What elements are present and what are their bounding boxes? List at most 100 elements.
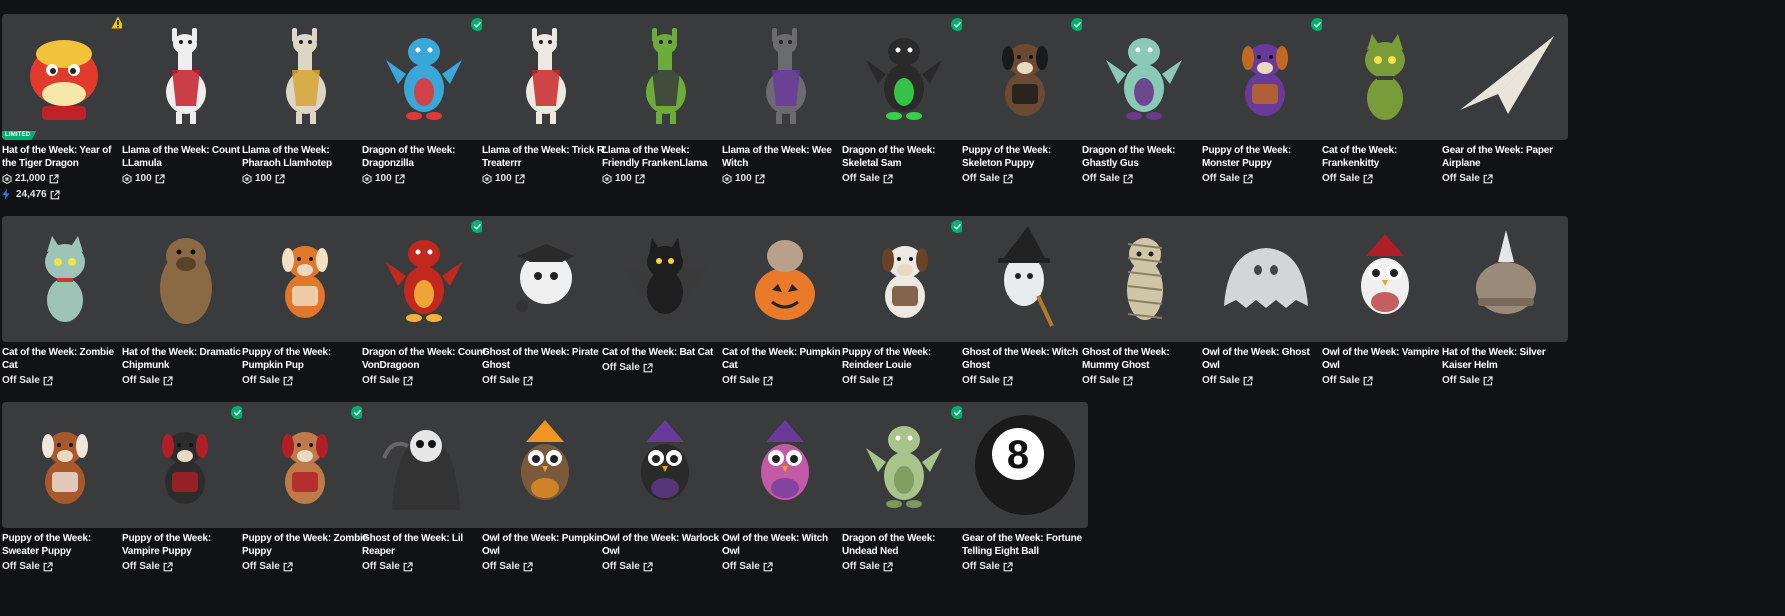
item-thumbnail[interactable] bbox=[122, 216, 248, 342]
item-thumbnail[interactable] bbox=[362, 14, 488, 140]
item-name[interactable]: Puppy of the Week: Zombie Puppy bbox=[242, 533, 368, 558]
catalog-item[interactable]: 8 Gear of the Week: Fortune Telling Eight… bbox=[962, 402, 1088, 573]
item-name[interactable]: Llama of the Week: Friendly FrankenLlama bbox=[602, 145, 728, 170]
catalog-item[interactable]: Cat of the Week: Zombie Cat Off Sale bbox=[2, 216, 128, 387]
item-thumbnail[interactable]: 8 bbox=[962, 402, 1088, 528]
item-thumbnail[interactable] bbox=[962, 216, 1088, 342]
external-link-icon[interactable] bbox=[43, 375, 53, 386]
item-name[interactable]: Ghost of the Week: Lil Reaper bbox=[362, 533, 488, 558]
catalog-item[interactable]: Llama of the Week: Friendly FrankenLlama… bbox=[602, 14, 728, 185]
external-link-icon[interactable] bbox=[403, 561, 413, 572]
catalog-item[interactable]: Hat of the Week: Dramatic Chipmunk Off Sa… bbox=[122, 216, 248, 387]
item-thumbnail[interactable] bbox=[962, 14, 1088, 140]
item-name[interactable]: Owl of the Week: Ghost Owl bbox=[1202, 347, 1328, 372]
external-link-icon[interactable] bbox=[283, 561, 293, 572]
external-link-icon[interactable] bbox=[755, 173, 765, 184]
catalog-item[interactable]: Owl of the Week: Pumpkin Owl Off Sale bbox=[482, 402, 608, 573]
item-name[interactable]: Gear of the Week: Paper Airplane bbox=[1442, 145, 1568, 170]
external-link-icon[interactable] bbox=[883, 375, 893, 386]
item-thumbnail[interactable] bbox=[2, 216, 128, 342]
catalog-item[interactable]: Puppy of the Week: Skeleton Puppy Off Sal… bbox=[962, 14, 1088, 185]
catalog-item[interactable]: Ghost of the Week: Lil Reaper Off Sale bbox=[362, 402, 488, 573]
item-thumbnail[interactable] bbox=[1082, 14, 1208, 140]
external-link-icon[interactable] bbox=[403, 375, 413, 386]
item-name[interactable]: Puppy of the Week: Sweater Puppy bbox=[2, 533, 128, 558]
item-thumbnail[interactable] bbox=[722, 402, 848, 528]
item-name[interactable]: Llama of the Week: Wee Witch bbox=[722, 145, 848, 170]
item-thumbnail[interactable] bbox=[242, 216, 368, 342]
external-link-icon[interactable] bbox=[523, 375, 533, 386]
item-thumbnail[interactable] bbox=[722, 216, 848, 342]
item-name[interactable]: Puppy of the Week: Monster Puppy bbox=[1202, 145, 1328, 170]
item-thumbnail[interactable] bbox=[602, 216, 728, 342]
item-name[interactable]: Puppy of the Week: Reindeer Louie bbox=[842, 347, 968, 372]
external-link-icon[interactable] bbox=[1363, 173, 1373, 184]
external-link-icon[interactable] bbox=[1243, 375, 1253, 386]
catalog-item[interactable]: Ghost of the Week: Mummy Ghost Off Sale bbox=[1082, 216, 1208, 387]
catalog-item[interactable]: Cat of the Week: Bat Cat Off Sale bbox=[602, 216, 728, 375]
catalog-item[interactable]: LIMITED Hat of the Week: Year of the Tige… bbox=[2, 14, 128, 201]
item-name[interactable]: Dragon of the Week: Undead Ned bbox=[842, 533, 968, 558]
item-thumbnail[interactable] bbox=[482, 402, 608, 528]
external-link-icon[interactable] bbox=[395, 173, 405, 184]
catalog-item[interactable]: Owl of the Week: Witch Owl Off Sale bbox=[722, 402, 848, 573]
item-thumbnail[interactable]: LIMITED bbox=[2, 14, 128, 140]
external-link-icon[interactable] bbox=[1003, 375, 1013, 386]
external-link-icon[interactable] bbox=[283, 375, 293, 386]
item-name[interactable]: Dragon of the Week: Skeletal Sam bbox=[842, 145, 968, 170]
catalog-item[interactable]: Dragon of the Week: Dragonzilla 100 bbox=[362, 14, 488, 185]
external-link-icon[interactable] bbox=[515, 173, 525, 184]
catalog-item[interactable]: Gear of the Week: Paper Airplane Off Sale bbox=[1442, 14, 1568, 185]
item-thumbnail[interactable] bbox=[842, 14, 968, 140]
item-name[interactable]: Llama of the Week: Pharaoh Llamhotep bbox=[242, 145, 368, 170]
external-link-icon[interactable] bbox=[643, 363, 653, 373]
item-name[interactable]: Cat of the Week: Zombie Cat bbox=[2, 347, 128, 372]
catalog-item[interactable]: Puppy of the Week: Reindeer Louie Off Sal… bbox=[842, 216, 968, 387]
item-thumbnail[interactable] bbox=[1202, 216, 1328, 342]
item-thumbnail[interactable] bbox=[122, 402, 248, 528]
external-link-icon[interactable] bbox=[1123, 173, 1133, 184]
catalog-item[interactable]: Llama of the Week: Trick R' Treaterrr 100 bbox=[482, 14, 608, 185]
catalog-item[interactable]: Dragon of the Week: Skeletal Sam Off Sale bbox=[842, 14, 968, 185]
external-link-icon[interactable] bbox=[763, 561, 773, 572]
catalog-item[interactable]: Ghost of the Week: Witch Ghost Off Sale bbox=[962, 216, 1088, 387]
external-link-icon[interactable] bbox=[1483, 173, 1493, 184]
item-name[interactable]: Dragon of the Week: Dragonzilla bbox=[362, 145, 488, 170]
item-thumbnail[interactable] bbox=[1322, 216, 1448, 342]
item-thumbnail[interactable] bbox=[602, 402, 728, 528]
external-link-icon[interactable] bbox=[1003, 173, 1013, 184]
item-name[interactable]: Ghost of the Week: Mummy Ghost bbox=[1082, 347, 1208, 372]
catalog-item[interactable]: Llama of the Week: Wee Witch 100 bbox=[722, 14, 848, 185]
item-name[interactable]: Cat of the Week: Pumpkin Cat bbox=[722, 347, 848, 372]
external-link-icon[interactable] bbox=[1363, 375, 1373, 386]
catalog-item[interactable]: Cat of the Week: Frankenkitty Off Sale bbox=[1322, 14, 1448, 185]
item-name[interactable]: Hat of the Week: Year of the Tiger Drago… bbox=[2, 145, 128, 170]
external-link-icon[interactable] bbox=[883, 173, 893, 184]
item-thumbnail[interactable] bbox=[1442, 216, 1568, 342]
catalog-item[interactable]: Puppy of the Week: Zombie Puppy Off Sale bbox=[242, 402, 368, 573]
item-thumbnail[interactable] bbox=[242, 14, 368, 140]
item-name[interactable]: Ghost of the Week: Pirate Ghost bbox=[482, 347, 608, 372]
external-link-icon[interactable] bbox=[1243, 173, 1253, 184]
item-name[interactable]: Hat of the Week: Silver Kaiser Helm bbox=[1442, 347, 1568, 372]
catalog-item[interactable]: Dragon of the Week: Ghastly Gus Off Sale bbox=[1082, 14, 1208, 185]
catalog-item[interactable]: Puppy of the Week: Pumpkin Pup Off Sale bbox=[242, 216, 368, 387]
item-name[interactable]: Hat of the Week: Dramatic Chipmunk bbox=[122, 347, 248, 372]
item-name[interactable]: Puppy of the Week: Pumpkin Pup bbox=[242, 347, 368, 372]
external-link-icon[interactable] bbox=[883, 561, 893, 572]
item-thumbnail[interactable] bbox=[362, 402, 488, 528]
item-thumbnail[interactable] bbox=[122, 14, 248, 140]
catalog-item[interactable]: Llama of the Week: Count LLamula 100 bbox=[122, 14, 248, 185]
item-name[interactable]: Gear of the Week: Fortune Telling Eight … bbox=[962, 533, 1088, 558]
item-thumbnail[interactable] bbox=[722, 14, 848, 140]
item-name[interactable]: Owl of the Week: Witch Owl bbox=[722, 533, 848, 558]
external-link-icon[interactable] bbox=[643, 561, 653, 572]
item-thumbnail[interactable] bbox=[602, 14, 728, 140]
catalog-item[interactable]: Puppy of the Week: Vampire Puppy Off Sale bbox=[122, 402, 248, 573]
item-name[interactable]: Cat of the Week: Bat Cat bbox=[602, 347, 728, 360]
catalog-item[interactable]: Owl of the Week: Ghost Owl Off Sale bbox=[1202, 216, 1328, 387]
catalog-item[interactable]: Llama of the Week: Pharaoh Llamhotep 100 bbox=[242, 14, 368, 185]
item-name[interactable]: Owl of the Week: Pumpkin Owl bbox=[482, 533, 608, 558]
external-link-icon[interactable] bbox=[155, 173, 165, 184]
item-thumbnail[interactable] bbox=[842, 402, 968, 528]
